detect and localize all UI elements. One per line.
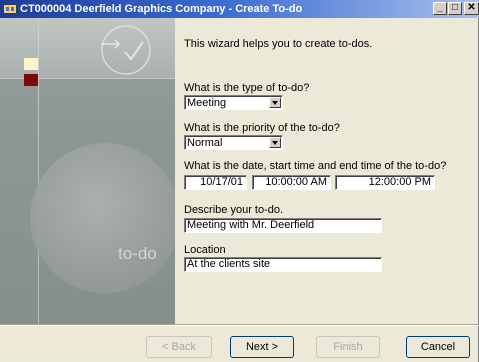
- window-title: CT000004 Deerfield Graphics Company - Cr…: [20, 3, 303, 15]
- globe-graphic: [30, 143, 175, 293]
- checkmark-arrow-icon: [101, 25, 151, 75]
- start-time-field[interactable]: 10:00:00 AM: [252, 175, 331, 190]
- location-label: Location: [184, 244, 226, 256]
- next-button[interactable]: Next >: [230, 336, 294, 358]
- chevron-down-icon[interactable]: [269, 137, 281, 148]
- banner-todo-text: to-do: [118, 244, 157, 263]
- type-select[interactable]: Meeting: [184, 95, 283, 110]
- location-field[interactable]: At the clients site: [184, 257, 382, 272]
- date-field[interactable]: 10/17/01: [184, 175, 247, 190]
- wizard-intro-text: This wizard helps you to create to-dos.: [184, 38, 373, 50]
- wizard-side-banner: to-do: [0, 18, 175, 324]
- type-label: What is the type of to-do?: [184, 82, 310, 94]
- priority-select[interactable]: Normal: [184, 135, 283, 150]
- datetime-label: What is the date, start time and end tim…: [184, 160, 447, 172]
- finish-button[interactable]: Finish: [316, 336, 380, 358]
- cancel-button[interactable]: Cancel: [406, 336, 470, 358]
- create-todo-wizard-window: CT000004 Deerfield Graphics Company - Cr…: [0, 0, 479, 362]
- priority-label: What is the priority of the to-do?: [184, 122, 340, 134]
- red-square-marker: [24, 74, 38, 86]
- close-button[interactable]: ✕: [464, 2, 479, 15]
- description-field[interactable]: Meeting with Mr. Deerfield: [184, 218, 382, 233]
- end-time-field[interactable]: 12:00:00 PM: [335, 175, 435, 190]
- maximize-button[interactable]: □: [448, 2, 462, 15]
- minimize-button[interactable]: _: [433, 2, 447, 15]
- title-bar[interactable]: CT000004 Deerfield Graphics Company - Cr…: [0, 0, 479, 18]
- type-select-value: Meeting: [187, 97, 227, 109]
- banner-vertical-line: [38, 18, 39, 324]
- describe-label: Describe your to-do.: [184, 204, 284, 216]
- yellow-square-marker: [24, 58, 38, 70]
- app-icon: [3, 4, 17, 14]
- button-separator: [0, 324, 479, 326]
- back-button[interactable]: < Back: [146, 336, 212, 358]
- chevron-down-icon[interactable]: [269, 97, 281, 108]
- priority-select-value: Normal: [187, 137, 223, 149]
